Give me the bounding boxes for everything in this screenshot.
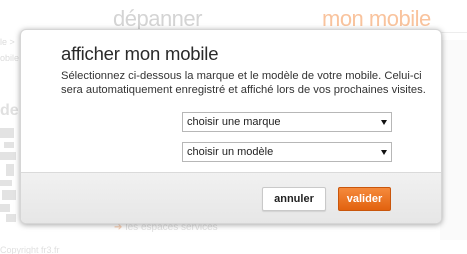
modal-description: Sélectionnez ci-dessous la marque et le … <box>61 70 426 96</box>
model-select[interactable]: choisir un modèle <box>182 142 392 162</box>
brand-select[interactable]: choisir une marque <box>182 112 392 132</box>
modal-title: afficher mon mobile <box>61 43 219 64</box>
cancel-button[interactable]: annuler <box>262 187 326 211</box>
model-select-value: choisir un modèle <box>187 146 274 158</box>
submit-button[interactable]: valider <box>338 187 391 211</box>
chevron-down-icon <box>381 120 387 125</box>
brand-select-value: choisir une marque <box>187 116 281 128</box>
modal-dialog: afficher mon mobile Sélectionnez ci-dess… <box>20 29 442 224</box>
chevron-down-icon <box>381 150 387 155</box>
modal-footer: annuler valider <box>21 172 441 223</box>
